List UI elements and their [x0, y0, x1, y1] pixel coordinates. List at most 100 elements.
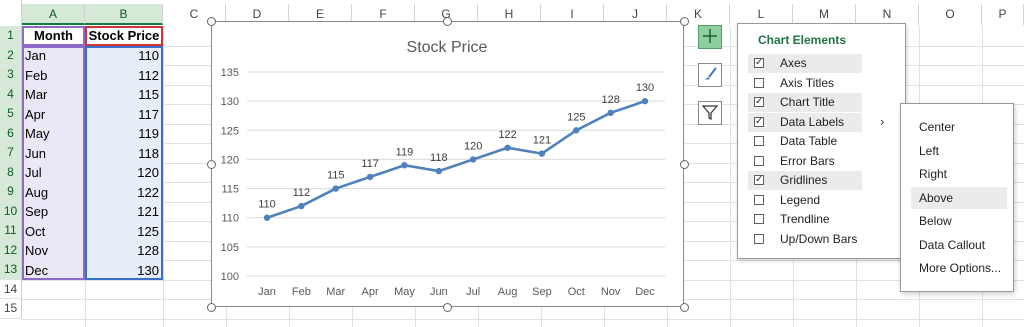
price-cell[interactable]: 125 — [85, 222, 163, 242]
price-cell[interactable]: 130 — [85, 261, 163, 281]
chart-element-label: Axes — [780, 56, 807, 70]
month-cell[interactable]: Oct — [22, 222, 85, 242]
x-tick-label: Jun — [430, 286, 448, 298]
data-label-option-left[interactable]: Left — [911, 140, 1007, 162]
checkbox[interactable] — [754, 77, 764, 88]
month-cell[interactable]: Dec — [22, 261, 85, 281]
month-cell[interactable]: May — [22, 124, 85, 144]
price-cell[interactable]: 120 — [85, 163, 163, 183]
data-label-option-below[interactable]: Below — [911, 210, 1007, 232]
data-label-option-right[interactable]: Right — [911, 163, 1007, 185]
x-tick-label: Aug — [498, 286, 518, 298]
price-cell[interactable]: 110 — [85, 46, 163, 66]
price-cell[interactable]: 118 — [85, 144, 163, 164]
price-cell[interactable]: 115 — [85, 85, 163, 105]
month-cell[interactable]: Nov — [22, 241, 85, 261]
header-month-cell[interactable]: Month — [22, 26, 85, 46]
checkbox[interactable]: ✓ — [754, 58, 764, 68]
data-point — [469, 156, 477, 163]
row-header-10[interactable]: 10 — [0, 201, 22, 221]
data-labels-submenu-arrow[interactable]: › — [880, 114, 884, 129]
row-header-3[interactable]: 3 — [0, 65, 22, 85]
chart-element-trendline[interactable]: Trendline — [748, 210, 862, 229]
column-header-b[interactable]: B — [85, 4, 163, 25]
row-header-1[interactable]: 1 — [0, 26, 22, 46]
y-tick-label: 120 — [221, 154, 239, 166]
chart-element-legend[interactable]: Legend — [748, 191, 862, 210]
resize-handle[interactable] — [206, 16, 216, 26]
row-header-12[interactable]: 12 — [0, 240, 22, 260]
row-header-13[interactable]: 13 — [0, 260, 22, 280]
data-point — [573, 127, 580, 134]
price-cell[interactable]: 122 — [85, 183, 163, 203]
resize-handle[interactable] — [442, 302, 452, 312]
checkbox[interactable]: ✓ — [754, 175, 764, 185]
row-header-4[interactable]: 4 — [0, 84, 22, 104]
select-all-corner[interactable] — [0, 0, 22, 25]
line-chart[interactable]: Stock Price 100 105 110 115 120 125 130 135 Jan Fe… — [211, 21, 684, 307]
month-cell[interactable]: Feb — [22, 66, 85, 86]
column-header-o[interactable]: O — [919, 4, 982, 25]
checkbox[interactable] — [754, 194, 764, 205]
y-tick-label: 135 — [221, 67, 239, 79]
resize-handle[interactable] — [442, 16, 452, 26]
chart-elements-button[interactable] — [698, 25, 722, 49]
row-header-7[interactable]: 7 — [0, 143, 22, 163]
month-cell[interactable]: Apr — [22, 105, 85, 125]
chart-element-axes[interactable]: ✓ Axes — [748, 54, 862, 73]
data-label: 117 — [361, 158, 379, 170]
chart-element-label: Trendline — [780, 212, 830, 226]
row-header-8[interactable]: 8 — [0, 162, 22, 182]
price-cell[interactable]: 117 — [85, 105, 163, 125]
chart-filters-button[interactable] — [698, 101, 722, 125]
column-header-n[interactable]: N — [856, 4, 919, 25]
price-cell[interactable]: 112 — [85, 66, 163, 86]
data-label: 128 — [601, 94, 619, 106]
checkbox[interactable] — [754, 214, 764, 224]
chart-element-axis-titles[interactable]: Axis Titles — [748, 74, 862, 93]
month-cell[interactable]: Jun — [22, 144, 85, 164]
month-cell[interactable]: Sep — [22, 202, 85, 222]
checkbox[interactable]: ✓ — [754, 116, 764, 127]
data-label-option-center[interactable]: Center — [911, 116, 1007, 138]
chart-element-up-down-bars[interactable]: Up/Down Bars — [748, 230, 862, 249]
resize-handle[interactable] — [679, 159, 689, 169]
row-header-14[interactable]: 14 — [0, 279, 22, 299]
row-header-2[interactable]: 2 — [0, 45, 22, 65]
row-header-6[interactable]: 6 — [0, 123, 22, 143]
row-header-15[interactable]: 15 — [0, 299, 22, 319]
column-header-m[interactable]: M — [793, 4, 856, 25]
chart-element-error-bars[interactable]: Error Bars — [748, 152, 862, 171]
checkbox[interactable]: ✓ — [754, 97, 764, 107]
column-header-p[interactable]: P — [982, 4, 1024, 25]
column-header-a[interactable]: A — [22, 4, 85, 25]
price-cell[interactable]: 128 — [85, 241, 163, 261]
resize-handle[interactable] — [679, 16, 689, 26]
data-label-option-above[interactable]: Above — [911, 186, 1007, 209]
checkbox[interactable] — [754, 155, 764, 166]
price-cell[interactable]: 119 — [85, 124, 163, 144]
row-header-11[interactable]: 11 — [0, 221, 22, 241]
chart-element-data-labels[interactable]: ✓ Data Labels — [748, 112, 862, 132]
data-label-option-data-callout[interactable]: Data Callout — [911, 234, 1007, 256]
checkbox[interactable] — [754, 233, 764, 244]
month-cell[interactable]: Mar — [22, 85, 85, 105]
data-label-option-more-options-[interactable]: More Options... — [911, 257, 1007, 279]
checkbox[interactable] — [754, 136, 764, 146]
price-cell[interactable]: 121 — [85, 202, 163, 222]
month-cell[interactable]: Jul — [22, 163, 85, 183]
month-cell[interactable]: Jan — [22, 46, 85, 66]
data-point — [401, 162, 408, 169]
chart-element-data-table[interactable]: Data Table — [748, 132, 862, 151]
row-header-5[interactable]: 5 — [0, 104, 22, 124]
chart-styles-button[interactable] — [698, 63, 722, 87]
chart-element-chart-title[interactable]: ✓ Chart Title — [748, 93, 862, 112]
month-cell[interactable]: Aug — [22, 183, 85, 203]
column-header-l[interactable]: L — [730, 4, 793, 25]
header-price-cell[interactable]: Stock Price — [85, 26, 163, 46]
row-header-9[interactable]: 9 — [0, 182, 22, 202]
resize-handle[interactable] — [679, 302, 689, 312]
resize-handle[interactable] — [206, 159, 216, 169]
chart-element-gridlines[interactable]: ✓ Gridlines — [748, 171, 862, 190]
resize-handle[interactable] — [206, 302, 216, 312]
